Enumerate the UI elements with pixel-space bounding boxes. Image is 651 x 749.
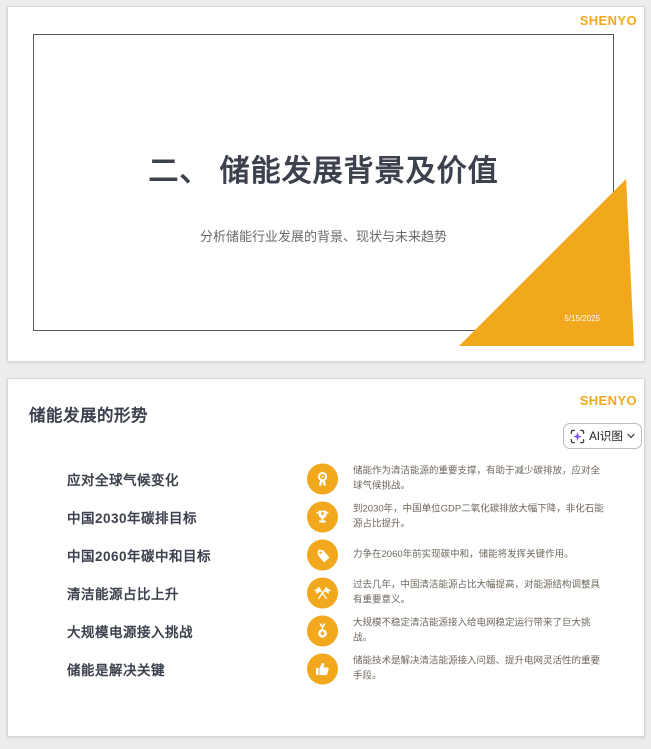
feature-row: 中国2060年碳中和目标 力争在2060年前实现碳中和，储能将发挥关键作用。 (8, 536, 644, 574)
feature-label: 中国2030年碳排目标 (67, 511, 198, 526)
feature-label: 清洁能源占比上升 (67, 587, 179, 602)
medal-star-icon (307, 615, 338, 647)
slide1-subtitle: 分析储能行业发展的背景、现状与未来趋势 (199, 229, 447, 244)
feature-label: 中国2060年碳中和目标 (67, 549, 212, 564)
thumbs-up-icon (307, 653, 338, 685)
feature-row: 中国2030年碳排目标 到2030年，中国单位GDP二氧化碳排放大幅下降，非化石… (8, 498, 644, 536)
ai-button-label: AI识图 (589, 431, 623, 443)
ai-scan-sparkle-icon (570, 429, 585, 444)
slide1-date: 5/15/2025 (564, 314, 600, 323)
feature-row: 储能是解决关键 储能技术是解决清洁能源接入问题、提升电网灵活性的重要手段。 (8, 650, 644, 688)
feature-description: 到2030年，中国单位GDP二氧化碳排放大幅下降，非化石能源占比提升。 (353, 503, 604, 530)
feature-description: 大规模不稳定清洁能源接入给电网稳定运行带来了巨大挑战。 (353, 617, 591, 644)
crossed-flags-icon (307, 577, 338, 609)
brand-logo: SHENYO (579, 13, 637, 28)
feature-row: 应对全球气候变化 储能作为清洁能源的重要支撑，有助于减少碳排放，应对全球气候挑战… (8, 460, 644, 498)
slide2-title: 储能发展的形势 (29, 407, 148, 425)
feature-row: 清洁能源占比上升 过去几年，中国清洁能源占比大幅提高，对能源结构调整具有重要意义… (8, 574, 644, 612)
price-tag-icon (307, 539, 338, 571)
feature-description: 力争在2060年前实现碳中和，储能将发挥关键作用。 (353, 548, 574, 560)
feature-label: 储能是解决关键 (67, 663, 165, 678)
feature-description: 储能技术是解决清洁能源接入问题、提升电网灵活性的重要手段。 (353, 655, 601, 682)
slide-2[interactable]: SHENYO 储能发展的形势 AI识图 应对全球气候变化 储能作为清洁能源的重要… (7, 378, 645, 737)
feature-description: 过去几年，中国清洁能源占比大幅提高，对能源结构调整具有重要意义。 (353, 579, 601, 606)
trophy-icon (307, 501, 338, 533)
chevron-down-icon (627, 433, 635, 439)
award-rosette-icon (307, 463, 338, 495)
slide-1[interactable]: SHENYO 二、 储能发展背景及价值 分析储能行业发展的背景、现状与未来趋势 … (7, 6, 645, 362)
ai-recognize-button[interactable]: AI识图 (563, 423, 642, 449)
feature-row: 大规模电源接入挑战 大规模不稳定清洁能源接入给电网稳定运行带来了巨大挑战。 (8, 612, 644, 650)
brand-logo: SHENYO (579, 393, 637, 408)
feature-label: 大规模电源接入挑战 (67, 625, 193, 640)
slide1-title: 二、 储能发展背景及价值 (148, 155, 499, 188)
feature-description: 储能作为清洁能源的重要支撑，有助于减少碳排放，应对全球气候挑战。 (353, 465, 601, 492)
feature-label: 应对全球气候变化 (67, 473, 179, 488)
